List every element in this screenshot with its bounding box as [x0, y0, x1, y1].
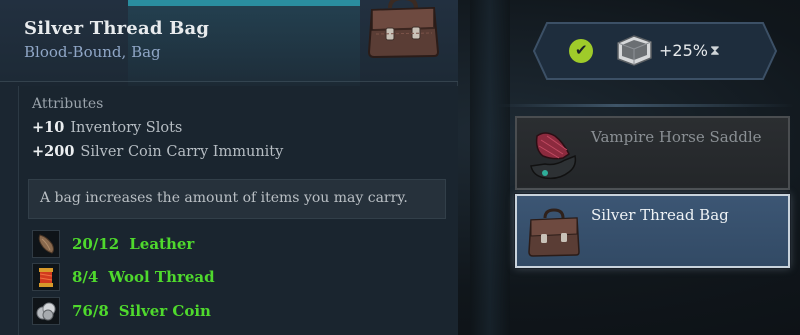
attribute-value: +200 — [32, 143, 75, 160]
recipe-card-vampire-horse-saddle[interactable]: Vampire Horse Saddle — [515, 116, 790, 190]
attributes-header: Attributes — [32, 96, 104, 112]
saddle-icon — [530, 132, 577, 180]
recipe-label: Silver Thread Bag — [591, 206, 729, 224]
requirement-name: Leather — [129, 235, 195, 253]
silver-coin-icon — [32, 297, 60, 325]
bonus-value: +25% — [659, 41, 708, 60]
item-subtitle: Blood-Bound, Bag — [24, 43, 161, 61]
hourglass-icon: ⧗ — [710, 43, 720, 59]
attribute-line: +10 Inventory Slots — [32, 119, 182, 136]
crate-icon — [617, 35, 652, 66]
attribute-line: +200 Silver Coin Carry Immunity — [32, 143, 283, 160]
checkmark-glyph: ✔ — [575, 41, 588, 59]
attribute-text: Silver Coin Carry Immunity — [80, 144, 284, 160]
recipe-label: Vampire Horse Saddle — [591, 128, 762, 146]
recipe-card-silver-thread-bag[interactable]: Silver Thread Bag — [515, 194, 790, 268]
leather-icon — [32, 230, 60, 258]
item-description: A bag increases the amount of items you … — [40, 190, 408, 206]
bag-icon — [367, 0, 440, 58]
requirement-count: 20/12 — [72, 235, 120, 253]
item-title: Silver Thread Bag — [24, 18, 210, 39]
requirement-count: 76/8 — [72, 302, 109, 320]
requirement-name: Silver Coin — [118, 302, 211, 320]
background-streak — [470, 0, 510, 335]
bag-icon — [528, 208, 580, 257]
wool-thread-icon — [32, 263, 60, 291]
requirement-name: Wool Thread — [108, 268, 215, 286]
divider — [498, 104, 794, 107]
requirement-count: 8/4 — [72, 268, 99, 286]
attribute-text: Inventory Slots — [70, 120, 183, 136]
attribute-value: +10 — [32, 119, 65, 136]
